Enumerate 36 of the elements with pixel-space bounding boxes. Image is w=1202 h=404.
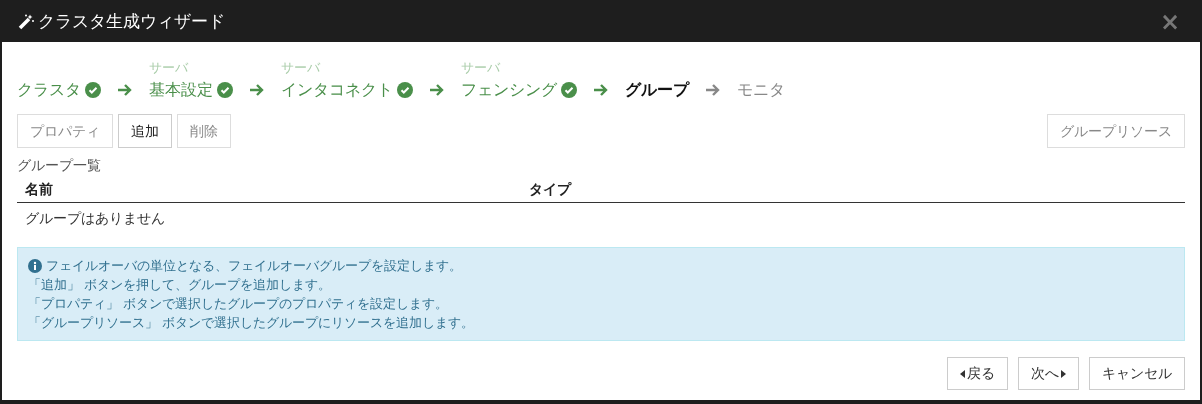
step-label: 基本設定 [149,79,213,101]
check-circle-icon [217,82,233,98]
check-circle-icon [85,82,101,98]
footer-button[interactable]: 次へ [1018,357,1079,390]
step-sublabel: サーバ [149,59,189,77]
arrow-right-icon [249,83,265,97]
column-header: タイプ [529,180,571,199]
close-button[interactable]: × [1159,10,1180,34]
footer-button[interactable]: キャンセル [1089,357,1185,390]
empty-message: グループはありません [24,209,166,228]
info-text: 「プロパティ」 ボタンで選択したグループのプロパティを設定します。 [28,295,449,313]
arrow-right-icon [593,83,609,97]
step-label: モニタ [737,79,785,101]
footer-button[interactable]: 戻る [947,357,1008,390]
info-text: フェイルオーバの単位となる、フェイルオーバグループを設定します。 [46,257,462,275]
step-sublabel: サーバ [461,59,501,77]
step-label: グループ [625,79,689,101]
column-header: 名前 [25,180,54,199]
step-label: フェンシング [461,79,557,101]
caret-right-icon [1061,369,1066,378]
arrow-right-icon [705,83,721,97]
arrow-right-icon [429,83,445,97]
check-circle-icon [561,82,577,98]
caret-left-icon [960,369,965,378]
info-icon [28,258,42,273]
arrow-right-icon [117,83,133,97]
step-label: クラスタ [17,79,81,101]
info-text: 「追加」 ボタンを押して、グループを追加します。 [28,276,332,294]
check-circle-icon [397,82,413,98]
window-title: クラスタ生成ウィザード [38,10,225,34]
toolbar-button[interactable]: 追加 [118,114,172,148]
step-label: インタコネクト [281,79,393,101]
info-text: 「グループリソース」 ボタンで選択したグループにリソースを追加します。 [28,314,475,332]
step-sublabel: サーバ [281,59,321,77]
list-title: グループ一覧 [17,156,102,175]
magic-wand-icon [18,14,34,30]
